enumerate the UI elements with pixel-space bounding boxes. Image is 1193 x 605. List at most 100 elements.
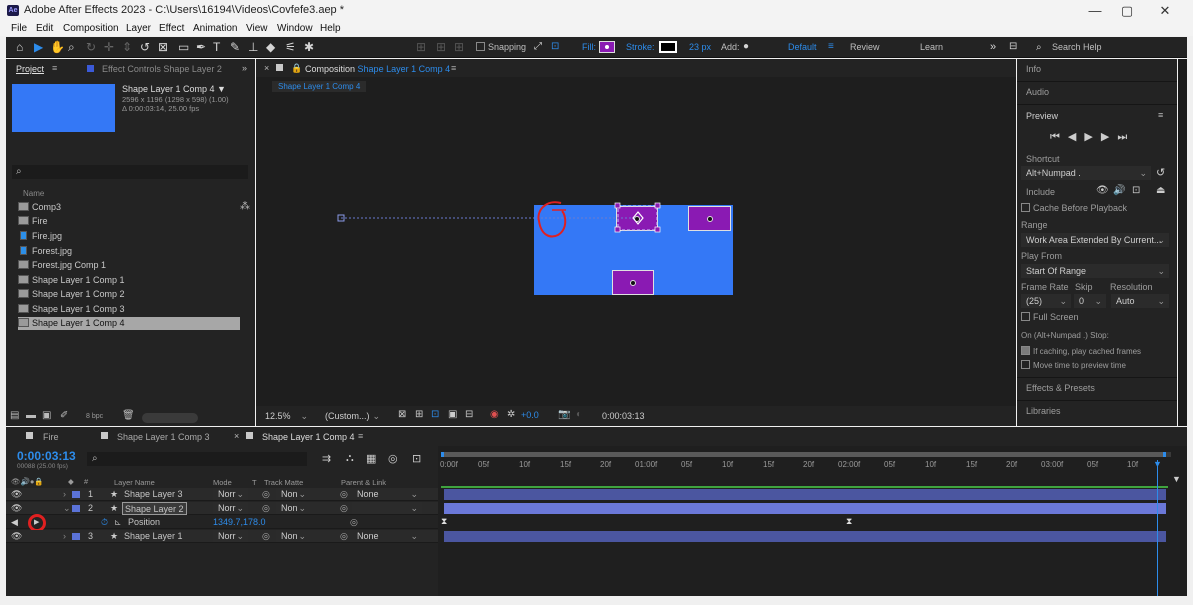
- parent-pickwhip-icon[interactable]: ◎: [340, 488, 348, 501]
- layer-name[interactable]: Shape Layer 3: [124, 488, 183, 501]
- mode-dropdown[interactable]: Norr ⌄: [213, 530, 248, 542]
- label-color-swatch[interactable]: [72, 505, 80, 512]
- layer-name[interactable]: Shape Layer 2: [122, 502, 187, 515]
- workspace-review[interactable]: Review: [850, 42, 880, 52]
- tab-project[interactable]: Project: [16, 64, 44, 74]
- audio-panel-header[interactable]: Audio: [1026, 87, 1049, 97]
- video-include-icon[interactable]: 👁: [1096, 185, 1109, 196]
- workspace-overflow[interactable]: »: [990, 40, 996, 54]
- resolution-dropdown[interactable]: Auto ⌄: [1111, 294, 1169, 308]
- axis-world-icon[interactable]: ⊞: [436, 40, 446, 54]
- project-item[interactable]: Shape Layer 1 Comp 1: [18, 274, 240, 287]
- overlays-include-icon[interactable]: ⊡: [1132, 185, 1140, 196]
- visibility-eye-icon[interactable]: 👁: [11, 502, 22, 515]
- puppet-tool-icon[interactable]: ✱: [304, 40, 314, 54]
- reset-icon[interactable]: ↺: [1156, 166, 1165, 179]
- project-item[interactable]: Comp3: [18, 201, 240, 214]
- track-matte-dropdown[interactable]: Non ⌄: [276, 488, 310, 500]
- keyframe-end-icon[interactable]: ⧗: [846, 516, 852, 527]
- layer-row[interactable]: 👁 › 3 ★ Shape Layer 1 Norr ⌄ ◎ Non ⌄ ◎ Non…: [6, 530, 438, 543]
- col-layer-name[interactable]: Layer Name: [114, 478, 155, 487]
- full-screen-checkbox[interactable]: [1021, 312, 1030, 321]
- info-panel-header[interactable]: Info: [1026, 64, 1041, 74]
- grid-guides-icon[interactable]: ▣: [448, 409, 457, 420]
- rotate-tool-icon[interactable]: ↺: [140, 40, 150, 54]
- close-tab-icon[interactable]: ×: [264, 63, 269, 73]
- label-color-swatch[interactable]: [72, 491, 80, 498]
- full-screen-option[interactable]: Full Screen: [1021, 312, 1079, 322]
- layer-row-selected[interactable]: 👁 ⌄ 2 ★ Shape Layer 2 Norr ⌄ ◎ Non ⌄ ◎ ⌄: [6, 502, 438, 515]
- search-help-field[interactable]: ⌕ Search Help: [1032, 40, 1182, 55]
- color-management-icon[interactable]: ◉: [490, 409, 499, 420]
- fill-swatch[interactable]: [599, 41, 615, 53]
- matte-pickwhip-icon[interactable]: ◎: [262, 530, 270, 543]
- preview-menu-icon[interactable]: ≡: [1158, 110, 1163, 120]
- snapping-checkbox[interactable]: [476, 42, 485, 51]
- matte-pickwhip-icon[interactable]: ◎: [262, 502, 270, 515]
- project-item-selected[interactable]: Shape Layer 1 Comp 4: [18, 317, 240, 330]
- audio-include-icon[interactable]: 🔊: [1113, 185, 1125, 196]
- play-from-dropdown[interactable]: Start Of Range ⌄: [1021, 264, 1169, 278]
- pen-tool-icon[interactable]: ✒: [196, 40, 206, 54]
- pan-tool-icon[interactable]: ✛: [104, 40, 114, 54]
- previous-keyframe-icon[interactable]: ◀: [11, 516, 18, 529]
- parent-dropdown[interactable]: ⌄: [352, 502, 422, 514]
- sync-settings-icon[interactable]: ⊟: [1009, 40, 1017, 54]
- composition-mini-flowchart-icon[interactable]: ⇉: [322, 452, 331, 465]
- keyframe-start-icon[interactable]: ⧗: [441, 516, 447, 527]
- exposure-value[interactable]: +0.0: [521, 410, 539, 420]
- timeline-search-input[interactable]: ⌕: [87, 452, 307, 466]
- workspace-learn[interactable]: Learn: [920, 42, 943, 52]
- maximize-button[interactable]: ▢: [1112, 3, 1142, 19]
- draft-3d-icon[interactable]: ⛬: [346, 452, 354, 465]
- hide-shy-icon[interactable]: ▦: [366, 452, 376, 465]
- parent-pickwhip-icon[interactable]: ◎: [340, 502, 348, 515]
- project-item[interactable]: Shape Layer 1 Comp 2: [18, 288, 240, 301]
- layer-bar-shape-layer-2[interactable]: [444, 503, 1166, 514]
- play-icon[interactable]: ▶: [1084, 131, 1100, 143]
- if-caching-checkbox[interactable]: [1021, 346, 1030, 355]
- graph-icon[interactable]: ⊾: [114, 516, 122, 529]
- dolly-tool-icon[interactable]: ⇕: [122, 40, 132, 54]
- position-value[interactable]: 1349.7,178.0: [213, 516, 266, 529]
- work-area-end-icon[interactable]: ▼: [1172, 474, 1181, 484]
- playhead-icon[interactable]: ▼: [1153, 459, 1162, 469]
- tab-shape-layer-1-comp-4[interactable]: Shape Layer 1 Comp 4: [262, 432, 355, 442]
- frame-rate-dropdown[interactable]: (25) ⌄: [1021, 294, 1071, 308]
- hand-tool-icon[interactable]: ✋: [50, 40, 65, 54]
- col-t[interactable]: T: [252, 478, 257, 487]
- composition-tab-menu-icon[interactable]: ≡: [451, 63, 456, 73]
- region-of-interest-icon[interactable]: ⊠: [398, 409, 406, 420]
- project-item[interactable]: Shape Layer 1 Comp 3: [18, 303, 240, 316]
- menu-effect[interactable]: Effect: [159, 23, 184, 34]
- minimize-button[interactable]: —: [1080, 3, 1110, 18]
- new-comp-icon[interactable]: ▣: [42, 410, 51, 421]
- move-time-option[interactable]: Move time to preview time: [1021, 360, 1126, 370]
- bit-depth[interactable]: 8 bpc: [86, 413, 103, 420]
- mode-dropdown[interactable]: Norr ⌄: [213, 488, 248, 500]
- channel-icon[interactable]: ⊟: [465, 409, 473, 420]
- close-tab-icon[interactable]: ×: [234, 431, 239, 441]
- move-time-checkbox[interactable]: [1021, 360, 1030, 369]
- workspace-menu-icon[interactable]: ≡: [828, 40, 834, 54]
- viewer-timecode[interactable]: 0:00:03:13: [598, 409, 650, 423]
- expand-arrow-icon[interactable]: ›: [63, 488, 66, 501]
- anchor-tool-icon[interactable]: ⊠: [158, 40, 168, 54]
- mode-dropdown[interactable]: Norr ⌄: [213, 502, 248, 514]
- comp-breadcrumb[interactable]: Shape Layer 1 Comp 4: [272, 81, 367, 92]
- project-search-input[interactable]: ⌕: [12, 165, 248, 179]
- parent-dropdown[interactable]: None ⌄: [352, 488, 422, 500]
- preview-panel-header[interactable]: Preview: [1026, 111, 1058, 121]
- snapping-toggle[interactable]: Snapping: [476, 42, 526, 52]
- menu-composition[interactable]: Composition: [63, 23, 119, 34]
- col-track-matte[interactable]: Track Matte: [264, 478, 303, 487]
- shape-layer-1[interactable]: [612, 270, 654, 295]
- tab-shape-layer-1-comp-3[interactable]: Shape Layer 1 Comp 3: [117, 432, 210, 442]
- project-item[interactable]: Forest.jpg Comp 1: [18, 259, 240, 272]
- skip-dropdown[interactable]: 0 ⌄: [1074, 294, 1106, 308]
- frame-blending-icon[interactable]: ◎: [388, 452, 398, 465]
- stroke-swatch[interactable]: [659, 41, 677, 53]
- transparency-grid-icon[interactable]: ⊞: [415, 409, 423, 420]
- lock-icon[interactable]: 🔒: [291, 63, 302, 74]
- zoom-dropdown[interactable]: 12.5% ⌄: [260, 409, 312, 423]
